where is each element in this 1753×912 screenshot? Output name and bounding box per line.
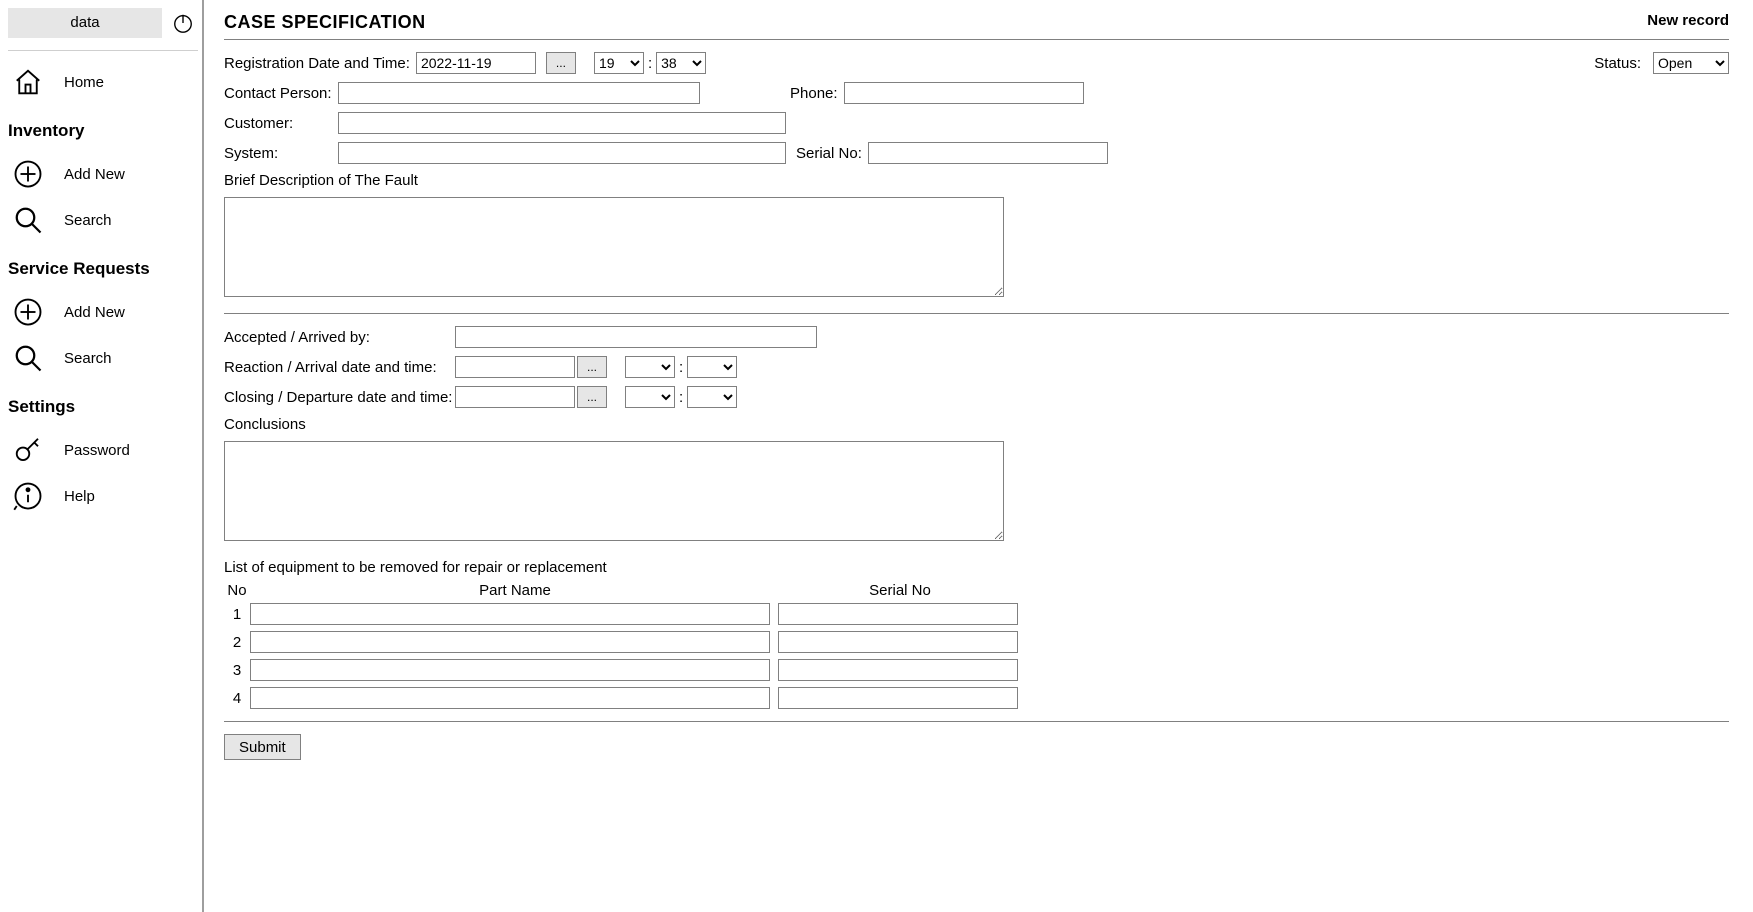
reg-min-select[interactable]: 38 <box>656 52 706 74</box>
label-customer: Customer: <box>224 115 332 132</box>
plus-circle-icon <box>10 159 46 189</box>
closing-hour-select[interactable] <box>625 386 675 408</box>
colon-separator: : <box>648 55 652 72</box>
reaction-min-select[interactable] <box>687 356 737 378</box>
part-serial-input[interactable] <box>778 687 1018 709</box>
serial-input[interactable] <box>868 142 1108 164</box>
nav-home-label: Home <box>64 74 104 91</box>
label-serial: Serial No: <box>796 145 862 162</box>
nav-home[interactable]: Home <box>8 59 198 105</box>
conclusions-textarea[interactable] <box>224 441 1004 541</box>
nav-label: Search <box>64 350 112 367</box>
home-icon <box>10 67 46 97</box>
label-contact: Contact Person: <box>224 85 332 102</box>
sidebar-divider <box>8 50 198 51</box>
section-inventory-title: Inventory <box>8 121 198 141</box>
colon-separator: : <box>679 389 683 406</box>
nav-password[interactable]: Password <box>8 427 198 473</box>
label-status: Status: <box>1594 55 1641 72</box>
part-serial-input[interactable] <box>778 603 1018 625</box>
label-accepted: Accepted / Arrived by: <box>224 329 449 346</box>
record-status: New record <box>1647 12 1729 29</box>
equipment-table: No Part Name Serial No 1 2 3 4 <box>224 582 1729 709</box>
reaction-date-input[interactable] <box>455 356 575 378</box>
system-input[interactable] <box>338 142 786 164</box>
part-serial-input[interactable] <box>778 659 1018 681</box>
page-title: CASE SPECIFICATION <box>224 12 426 33</box>
accepted-by-input[interactable] <box>455 326 817 348</box>
info-icon <box>10 481 46 511</box>
label-reg-datetime: Registration Date and Time: <box>224 55 410 72</box>
data-button[interactable]: data <box>8 8 162 38</box>
part-name-input[interactable] <box>250 631 770 653</box>
label-brief: Brief Description of The Fault <box>224 172 418 189</box>
reaction-hour-select[interactable] <box>625 356 675 378</box>
power-icon[interactable] <box>168 8 198 38</box>
nav-inventory-search[interactable]: Search <box>8 197 198 243</box>
nav-service-search[interactable]: Search <box>8 335 198 381</box>
reg-hour-select[interactable]: 19 <box>594 52 644 74</box>
nav-label: Add New <box>64 304 125 321</box>
reaction-date-picker-button[interactable]: ... <box>577 356 607 378</box>
row-no: 3 <box>224 662 250 679</box>
label-phone: Phone: <box>790 85 838 102</box>
nav-service-add[interactable]: Add New <box>8 289 198 335</box>
key-icon <box>10 435 46 465</box>
nav-label: Add New <box>64 166 125 183</box>
label-closing: Closing / Departure date and time: <box>224 389 449 406</box>
nav-inventory-add[interactable]: Add New <box>8 151 198 197</box>
sidebar: data Home Inventory Add New Search Servi… <box>0 0 204 912</box>
col-header-part: Part Name <box>250 582 780 599</box>
section-service-title: Service Requests <box>8 259 198 279</box>
part-name-input[interactable] <box>250 687 770 709</box>
status-select[interactable]: Open <box>1653 52 1729 74</box>
colon-separator: : <box>679 359 683 376</box>
nav-label: Password <box>64 442 130 459</box>
row-no: 4 <box>224 690 250 707</box>
closing-min-select[interactable] <box>687 386 737 408</box>
label-conclusions: Conclusions <box>224 416 306 433</box>
part-name-input[interactable] <box>250 603 770 625</box>
part-serial-input[interactable] <box>778 631 1018 653</box>
section-settings-title: Settings <box>8 397 198 417</box>
brief-description-textarea[interactable] <box>224 197 1004 297</box>
nav-label: Help <box>64 488 95 505</box>
section-rule-2 <box>224 721 1729 722</box>
row-no: 1 <box>224 606 250 623</box>
search-icon <box>10 343 46 373</box>
closing-date-picker-button[interactable]: ... <box>577 386 607 408</box>
label-system: System: <box>224 145 332 162</box>
table-row: 1 <box>224 603 1729 625</box>
col-header-serial: Serial No <box>780 582 1020 599</box>
closing-date-input[interactable] <box>455 386 575 408</box>
main-content: CASE SPECIFICATION New record Registrati… <box>204 0 1753 912</box>
reg-date-input[interactable] <box>416 52 536 74</box>
label-reaction: Reaction / Arrival date and time: <box>224 359 449 376</box>
nav-help[interactable]: Help <box>8 473 198 519</box>
part-name-input[interactable] <box>250 659 770 681</box>
table-row: 3 <box>224 659 1729 681</box>
nav-label: Search <box>64 212 112 229</box>
label-equipment-list: List of equipment to be removed for repa… <box>224 559 607 576</box>
search-icon <box>10 205 46 235</box>
row-no: 2 <box>224 634 250 651</box>
submit-button[interactable]: Submit <box>224 734 301 760</box>
phone-input[interactable] <box>844 82 1084 104</box>
reg-date-picker-button[interactable]: ... <box>546 52 576 74</box>
section-rule-1 <box>224 313 1729 314</box>
table-row: 4 <box>224 687 1729 709</box>
contact-input[interactable] <box>338 82 700 104</box>
col-header-no: No <box>224 582 250 599</box>
table-row: 2 <box>224 631 1729 653</box>
customer-input[interactable] <box>338 112 786 134</box>
plus-circle-icon <box>10 297 46 327</box>
